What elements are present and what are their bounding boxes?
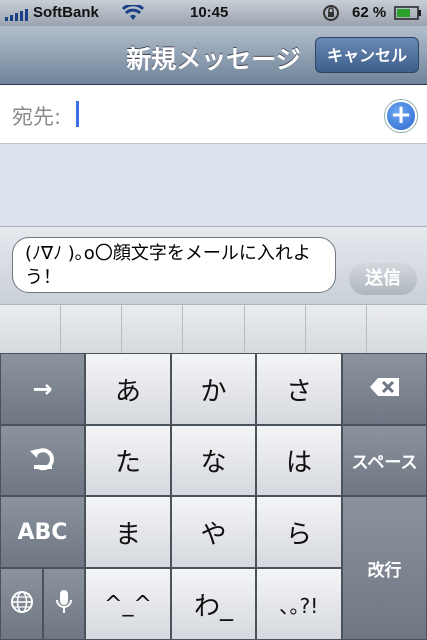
recipient-field[interactable]: 宛先: + [0, 85, 427, 144]
key-ra[interactable]: ら [256, 496, 342, 568]
arrow-right-icon: → [32, 375, 53, 403]
candidate-slot[interactable] [306, 305, 367, 353]
wifi-icon [121, 3, 145, 25]
navigation-bar: 新規メッセージ キャンセル [0, 26, 427, 85]
add-contact-icon[interactable]: + [385, 100, 417, 132]
signal-icon [5, 8, 29, 25]
backspace-key[interactable] [342, 353, 427, 425]
battery-icon [394, 6, 422, 24]
candidate-slot[interactable] [61, 305, 123, 353]
cancel-button[interactable]: キャンセル [315, 37, 419, 73]
send-button[interactable]: 送信 [349, 263, 417, 295]
candidate-bar [0, 304, 427, 354]
key-na[interactable]: な [171, 425, 256, 496]
undo-key[interactable] [0, 425, 85, 496]
key-wa[interactable]: わ_ [171, 568, 256, 640]
globe-key[interactable] [0, 568, 43, 640]
rotation-lock-icon [322, 4, 340, 26]
key-dakuten[interactable]: ^_^ [85, 568, 171, 640]
key-ma[interactable]: ま [85, 496, 171, 568]
candidate-slot[interactable] [122, 305, 184, 353]
return-key[interactable]: 改行 [342, 496, 427, 640]
candidate-slot[interactable] [245, 305, 306, 353]
globe-icon [10, 590, 34, 619]
message-area [0, 144, 427, 226]
text-cursor [76, 101, 79, 127]
key-ka[interactable]: か [171, 353, 256, 425]
message-input[interactable]: (ﾉ∇ﾉ )｡o〇顔文字をメールに入れよう！ [12, 237, 336, 293]
carrier-label: SoftBank [33, 4, 99, 21]
candidate-slot[interactable] [367, 305, 427, 353]
candidate-slot[interactable] [183, 305, 245, 353]
battery-percent: 62 % [352, 4, 387, 21]
candidate-slot[interactable] [0, 305, 62, 353]
keyboard: → あ か さ た な は スペース ABC ま や ら 改行 ^_^ わ_ ､… [0, 353, 427, 640]
key-ya[interactable]: や [171, 496, 256, 568]
undo-icon [28, 445, 58, 476]
backspace-icon [369, 377, 401, 402]
key-a[interactable]: あ [85, 353, 171, 425]
key-sa[interactable]: さ [256, 353, 342, 425]
time-label: 10:45 [190, 4, 229, 21]
space-key[interactable]: スペース [342, 425, 427, 496]
mic-key[interactable] [43, 568, 85, 640]
abc-key[interactable]: ABC [0, 496, 85, 568]
microphone-icon [56, 589, 72, 620]
status-bar: SoftBank 10:45 62 % [0, 0, 427, 26]
key-ta[interactable]: た [85, 425, 171, 496]
key-punctuation[interactable]: ､｡?! [256, 568, 342, 640]
compose-bar: (ﾉ∇ﾉ )｡o〇顔文字をメールに入れよう！ 送信 [0, 226, 427, 305]
to-label: 宛先: [12, 105, 62, 129]
key-ha[interactable]: は [256, 425, 342, 496]
arrow-key[interactable]: → [0, 353, 85, 425]
